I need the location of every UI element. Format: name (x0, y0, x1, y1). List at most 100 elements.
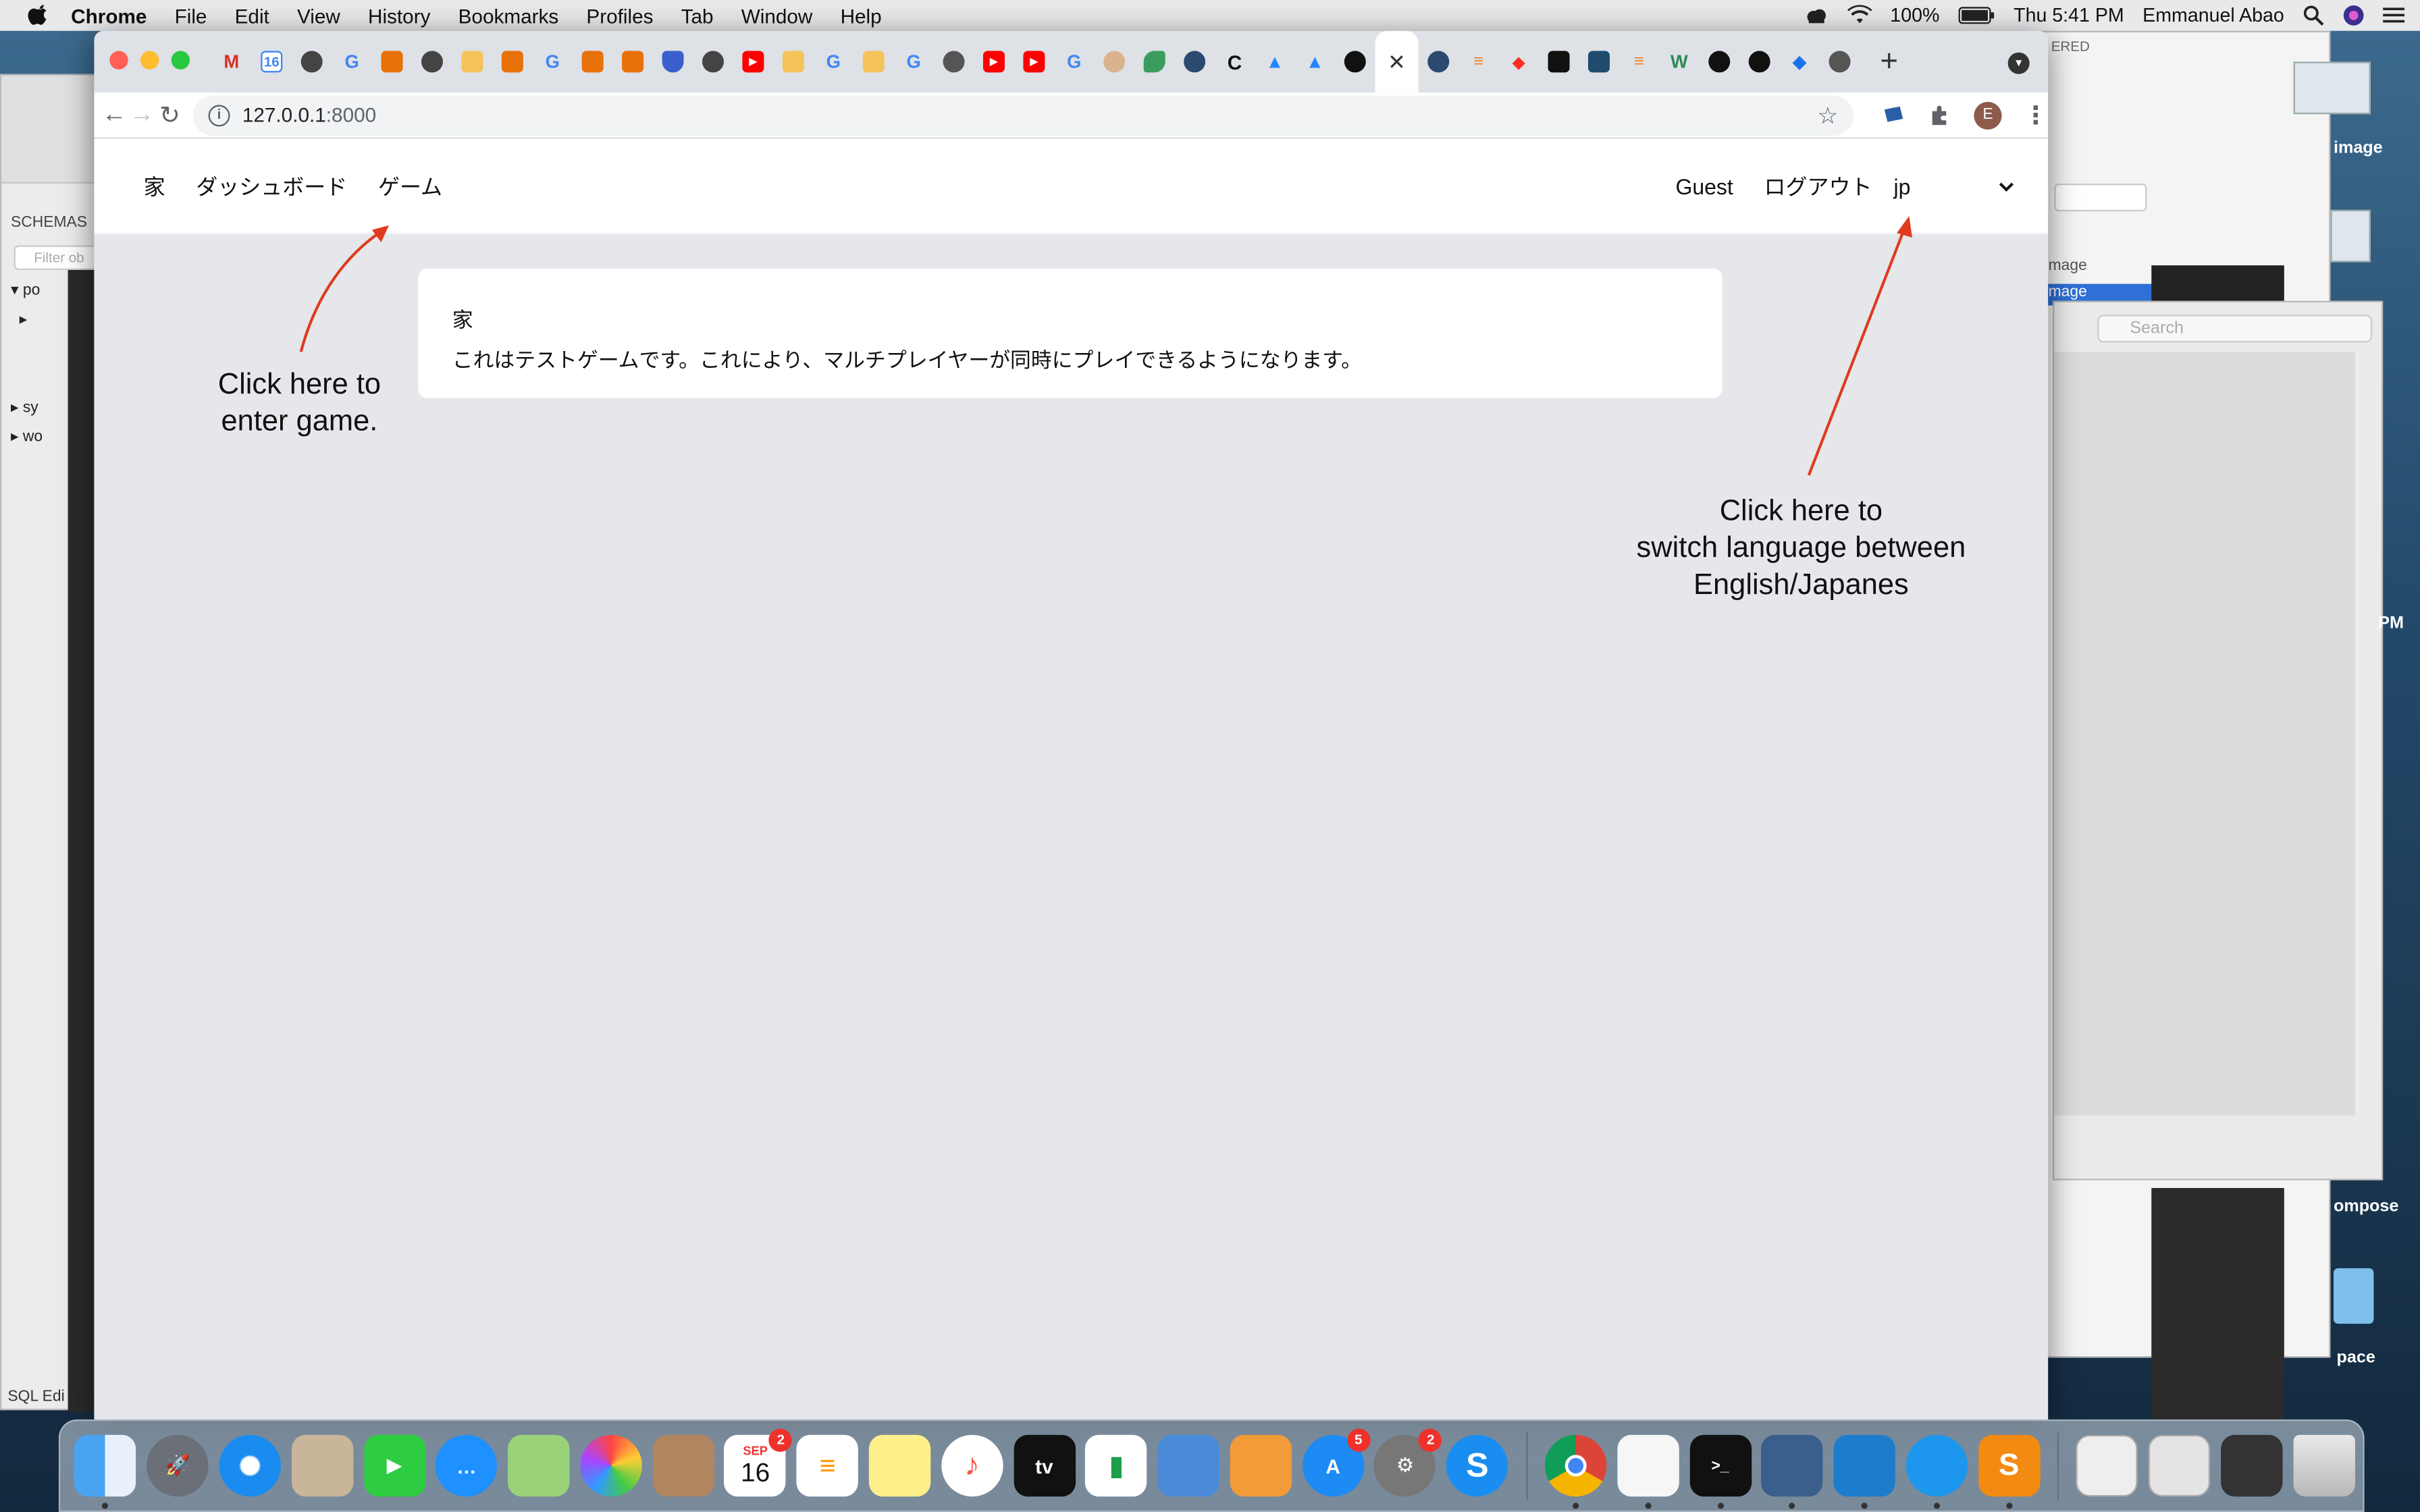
chrome-app-icon[interactable] (1545, 1434, 1607, 1509)
siri-icon[interactable] (2343, 5, 2365, 26)
schema-item[interactable]: ▾ po (11, 276, 43, 305)
tab-w[interactable]: W (1659, 31, 1699, 92)
tab-youtube[interactable]: ▶ (1014, 31, 1054, 92)
forward-arrow-icon[interactable]: → (128, 101, 156, 129)
menu-file[interactable]: File (175, 4, 207, 27)
photos-icon[interactable] (580, 1434, 642, 1497)
tab-avatar[interactable] (1095, 31, 1134, 92)
recent-document-icon[interactable] (2221, 1434, 2283, 1497)
cloud-weather-icon[interactable] (1804, 5, 1829, 26)
menu-tab[interactable]: Tab (681, 4, 714, 27)
tab-stackoverflow[interactable]: ≡ (1619, 31, 1659, 92)
tab-laravel[interactable]: ◆ (1498, 31, 1538, 92)
close-tab-icon[interactable]: ✕ (1388, 49, 1406, 75)
tab-google[interactable]: G (814, 31, 853, 92)
tab-package[interactable] (452, 31, 492, 92)
menubar-clock[interactable]: Thu 5:41 PM (2014, 5, 2124, 26)
menu-bookmarks[interactable]: Bookmarks (458, 4, 559, 27)
language-select[interactable]: jp (1894, 174, 2014, 199)
menu-app-name[interactable]: Chrome (71, 4, 147, 27)
tab-chrome[interactable] (934, 31, 974, 92)
tab-docker[interactable] (1174, 31, 1214, 92)
launchpad-icon[interactable]: 🚀 (147, 1434, 209, 1497)
tab-stackoverflow[interactable]: ≡ (1458, 31, 1498, 92)
tab-box[interactable] (573, 31, 612, 92)
logout-link[interactable]: ログアウト (1764, 171, 1872, 202)
tab-box[interactable] (492, 31, 532, 92)
wifi-icon[interactable] (1847, 5, 1872, 26)
nav-dashboard-link[interactable]: ダッシュボード (196, 171, 347, 202)
tab-youtube[interactable]: ▶ (733, 31, 773, 92)
profile-avatar[interactable]: E (1974, 101, 2002, 129)
bookmark-star-icon[interactable]: ☆ (1818, 101, 1839, 129)
facetime-icon[interactable]: ▶ (363, 1434, 425, 1497)
tab-shield[interactable] (653, 31, 693, 92)
schema-filter-input[interactable]: Filter ob (14, 245, 101, 270)
zoom-window-button[interactable] (171, 51, 190, 70)
notes-icon[interactable] (868, 1434, 931, 1497)
tab-active[interactable]: ✕ (1375, 30, 1419, 93)
minimize-window-button[interactable] (140, 51, 159, 70)
tab-github[interactable] (1700, 31, 1739, 92)
safari-icon[interactable] (219, 1434, 281, 1497)
desktop-file-thumbnail[interactable] (2330, 209, 2371, 263)
back-arrow-icon[interactable]: ← (101, 101, 128, 129)
tab-diamond[interactable]: ◆ (1779, 31, 1819, 92)
nav-home-link[interactable]: 家 (144, 171, 165, 202)
tab-package[interactable] (853, 31, 893, 92)
tab-globe[interactable] (693, 31, 733, 92)
finder-icon[interactable] (74, 1434, 137, 1509)
menu-help[interactable]: Help (841, 4, 882, 27)
tab-google[interactable]: G (1054, 31, 1094, 92)
spotlight-search-icon[interactable] (2303, 5, 2324, 26)
tab-dark-app[interactable] (1539, 31, 1579, 92)
tab-search-icon[interactable]: ▾ (2007, 52, 2030, 74)
mail-icon[interactable] (291, 1434, 353, 1497)
terminal-icon[interactable]: >_ (1689, 1434, 1752, 1509)
system-preferences-icon[interactable]: ⚙ 2 (1374, 1428, 1442, 1497)
schema-item[interactable]: ▸ wo (11, 423, 43, 452)
tab-leaf[interactable] (1134, 31, 1174, 92)
puzzle-extensions-icon[interactable] (1928, 103, 1953, 128)
tab-google[interactable]: G (893, 31, 933, 92)
menubar-user[interactable]: Emmanuel Abao (2142, 5, 2284, 26)
mysql-workbench-icon[interactable] (1761, 1434, 1824, 1509)
control-center-icon[interactable] (2383, 5, 2405, 26)
schema-item[interactable]: ▸ (11, 306, 43, 335)
menu-view[interactable]: View (297, 4, 340, 27)
recent-document-icon[interactable] (2149, 1434, 2211, 1497)
tab-github[interactable] (1335, 31, 1375, 92)
battery-icon[interactable] (1957, 5, 1995, 26)
tab-gmail[interactable]: M (211, 31, 251, 92)
tab-chrome[interactable] (1820, 31, 1860, 92)
textedit-icon[interactable] (1616, 1434, 1679, 1509)
tab-wordpress[interactable] (1579, 31, 1619, 92)
docker-app-icon[interactable] (1905, 1434, 1968, 1509)
tab-globe[interactable] (412, 31, 452, 92)
apple-tv-icon[interactable]: tv (1013, 1434, 1076, 1497)
keynote-icon[interactable] (1157, 1434, 1219, 1497)
numbers-icon[interactable]: ▮ (1085, 1434, 1148, 1497)
pages-icon[interactable] (1230, 1434, 1292, 1497)
menu-profiles[interactable]: Profiles (586, 4, 653, 27)
schema-item[interactable] (11, 364, 43, 393)
menu-window[interactable]: Window (741, 4, 813, 27)
extension-icon[interactable] (1881, 103, 1906, 128)
close-window-button[interactable] (109, 51, 128, 70)
vscode-icon[interactable] (1833, 1434, 1896, 1509)
apple-menu-icon[interactable] (28, 5, 49, 26)
menu-history[interactable]: History (368, 4, 430, 27)
music-icon[interactable]: ♪ (941, 1434, 1003, 1497)
tab-atlassian[interactable]: ▲ (1295, 31, 1335, 92)
tab-box[interactable] (372, 31, 412, 92)
reminders-icon[interactable]: ≡ (796, 1434, 859, 1497)
reload-icon[interactable]: ↻ (156, 99, 184, 130)
tab-google[interactable]: G (533, 31, 573, 92)
finder-search-input[interactable]: Search (2097, 315, 2373, 343)
app-store-icon[interactable]: A5 (1302, 1428, 1370, 1497)
menu-edit[interactable]: Edit (235, 4, 269, 27)
tab-github[interactable] (1739, 31, 1779, 92)
list-item[interactable]: image (2038, 258, 2156, 283)
calendar-app-icon[interactable]: SEP 16 2 (724, 1428, 793, 1497)
folder-icon[interactable] (2333, 1268, 2374, 1324)
